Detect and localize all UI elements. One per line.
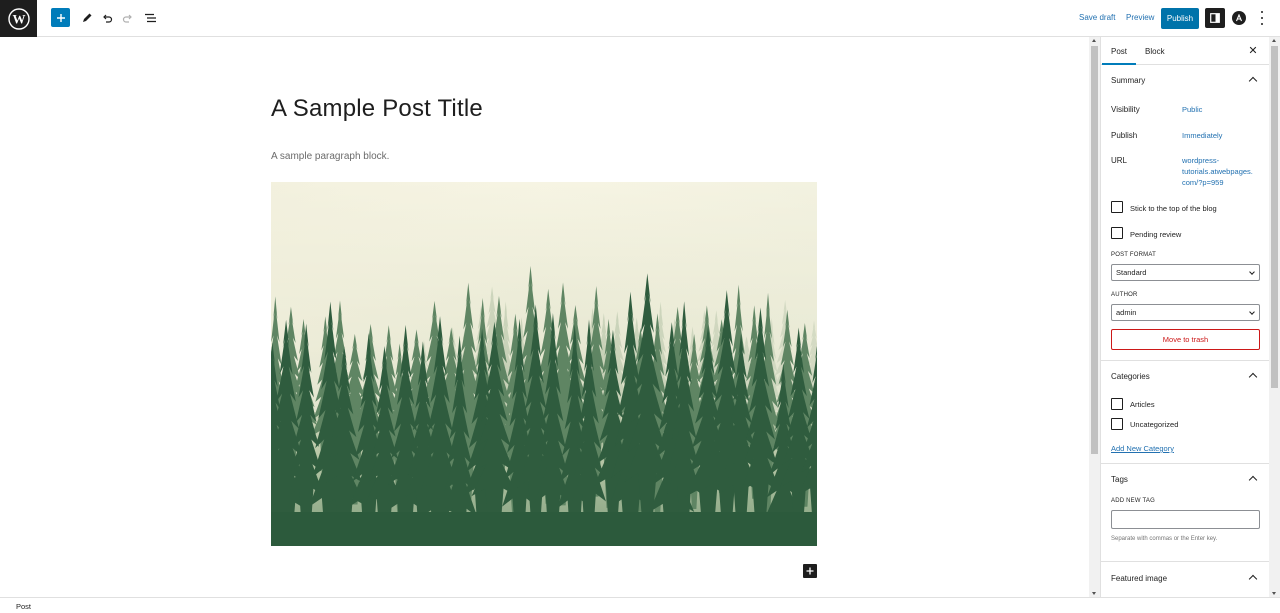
tab-block[interactable]: Block — [1145, 47, 1165, 56]
featured-image-panel-toggle[interactable]: Featured image — [1111, 574, 1167, 583]
add-new-category-link[interactable]: Add New Category — [1111, 444, 1174, 453]
image-block[interactable] — [271, 182, 817, 546]
editor-canvas: A Sample Post Title A sample paragraph b… — [0, 37, 1089, 597]
category-checkbox-articles[interactable] — [1111, 398, 1123, 410]
redo-button[interactable] — [118, 8, 138, 28]
chevron-down-icon — [1249, 309, 1255, 315]
pending-review-checkbox[interactable] — [1111, 227, 1123, 239]
pending-review-label: Pending review — [1130, 230, 1182, 239]
scroll-up-arrow[interactable] — [1092, 39, 1096, 42]
tools-button[interactable] — [77, 8, 97, 28]
chevron-down-icon — [1249, 269, 1255, 275]
chevron-up-icon[interactable] — [1248, 475, 1258, 485]
author-label: AUTHOR — [1111, 292, 1138, 298]
editor-footer: Post — [0, 597, 1280, 613]
visibility-label: Visibility — [1111, 105, 1140, 114]
more-options-button[interactable] — [1257, 11, 1267, 25]
close-icon: ✕ — [1248, 44, 1258, 57]
settings-button[interactable] — [1205, 8, 1225, 28]
post-format-select[interactable]: Standard — [1111, 264, 1260, 281]
publish-date-value[interactable]: Immediately — [1182, 130, 1262, 141]
chevron-up-icon[interactable] — [1248, 372, 1258, 382]
plus-icon — [56, 13, 65, 22]
sidebar-toggle-icon — [1210, 13, 1220, 23]
astra-icon — [1235, 14, 1243, 22]
author-select[interactable]: admin — [1111, 304, 1260, 321]
undo-button[interactable] — [97, 8, 117, 28]
plus-icon — [806, 567, 814, 575]
panel-divider — [1101, 360, 1269, 361]
tag-input[interactable] — [1111, 510, 1260, 529]
astra-button[interactable] — [1232, 11, 1246, 25]
more-vertical-icon — [1261, 11, 1263, 13]
save-draft-button[interactable]: Save draft — [1079, 13, 1115, 22]
move-to-trash-button[interactable]: Move to trash — [1111, 329, 1260, 350]
category-label-uncategorized: Uncategorized — [1130, 420, 1179, 429]
stick-to-top-checkbox[interactable] — [1111, 201, 1123, 213]
scroll-thumb[interactable] — [1091, 46, 1098, 454]
list-view-icon — [144, 13, 156, 23]
categories-panel-toggle[interactable]: Categories — [1111, 372, 1150, 381]
add-block-button[interactable] — [51, 8, 70, 27]
scroll-thumb[interactable] — [1271, 46, 1278, 388]
scroll-down-arrow[interactable] — [1272, 592, 1276, 595]
publish-button[interactable]: Publish — [1161, 8, 1199, 29]
block-inserter-button[interactable] — [803, 564, 817, 578]
scroll-down-arrow[interactable] — [1092, 592, 1096, 595]
category-checkbox-uncategorized[interactable] — [1111, 418, 1123, 430]
category-label-articles: Articles — [1130, 400, 1155, 409]
summary-panel-toggle[interactable]: Summary — [1111, 76, 1145, 85]
url-label: URL — [1111, 156, 1128, 165]
sidebar-tabs: Post Block ✕ — [1101, 37, 1269, 65]
stick-to-top-label: Stick to the top of the blog — [1130, 204, 1217, 213]
editor-header: W Save draft Preview Publish — [0, 0, 1280, 37]
wordpress-logo-icon[interactable]: W — [0, 0, 37, 37]
post-format-label: POST FORMAT — [1111, 252, 1156, 258]
redo-icon — [122, 14, 132, 23]
add-new-tag-label: ADD NEW TAG — [1111, 498, 1155, 504]
tags-panel-toggle[interactable]: Tags — [1111, 475, 1128, 484]
undo-icon — [103, 14, 113, 23]
preview-button[interactable]: Preview — [1126, 13, 1154, 22]
chevron-up-icon[interactable] — [1248, 574, 1258, 584]
forest-image — [271, 182, 817, 546]
settings-sidebar: Post Block ✕ Summary Visibility Public P… — [1100, 37, 1269, 597]
post-title[interactable]: A Sample Post Title — [271, 95, 483, 123]
sidebar-scrollbar[interactable] — [1269, 37, 1280, 597]
url-value[interactable]: wordpress- tutorials.atwebpages. com/?p=… — [1182, 155, 1262, 188]
scroll-up-arrow[interactable] — [1272, 39, 1276, 42]
panel-divider — [1101, 561, 1269, 562]
paragraph-block[interactable]: A sample paragraph block. — [271, 151, 389, 162]
list-view-button[interactable] — [140, 8, 160, 28]
visibility-value[interactable]: Public — [1182, 104, 1262, 115]
tag-help-text: Separate with commas or the Enter key. — [1111, 536, 1218, 542]
editor-scrollbar[interactable] — [1089, 37, 1100, 597]
publish-date-label: Publish — [1111, 131, 1138, 140]
close-sidebar-button[interactable]: ✕ — [1247, 44, 1259, 57]
chevron-up-icon[interactable] — [1248, 76, 1258, 86]
breadcrumb[interactable]: Post — [16, 602, 31, 611]
svg-text:W: W — [12, 11, 25, 26]
panel-divider — [1101, 463, 1269, 464]
tab-post[interactable]: Post — [1101, 47, 1137, 65]
pencil-icon — [83, 13, 92, 22]
